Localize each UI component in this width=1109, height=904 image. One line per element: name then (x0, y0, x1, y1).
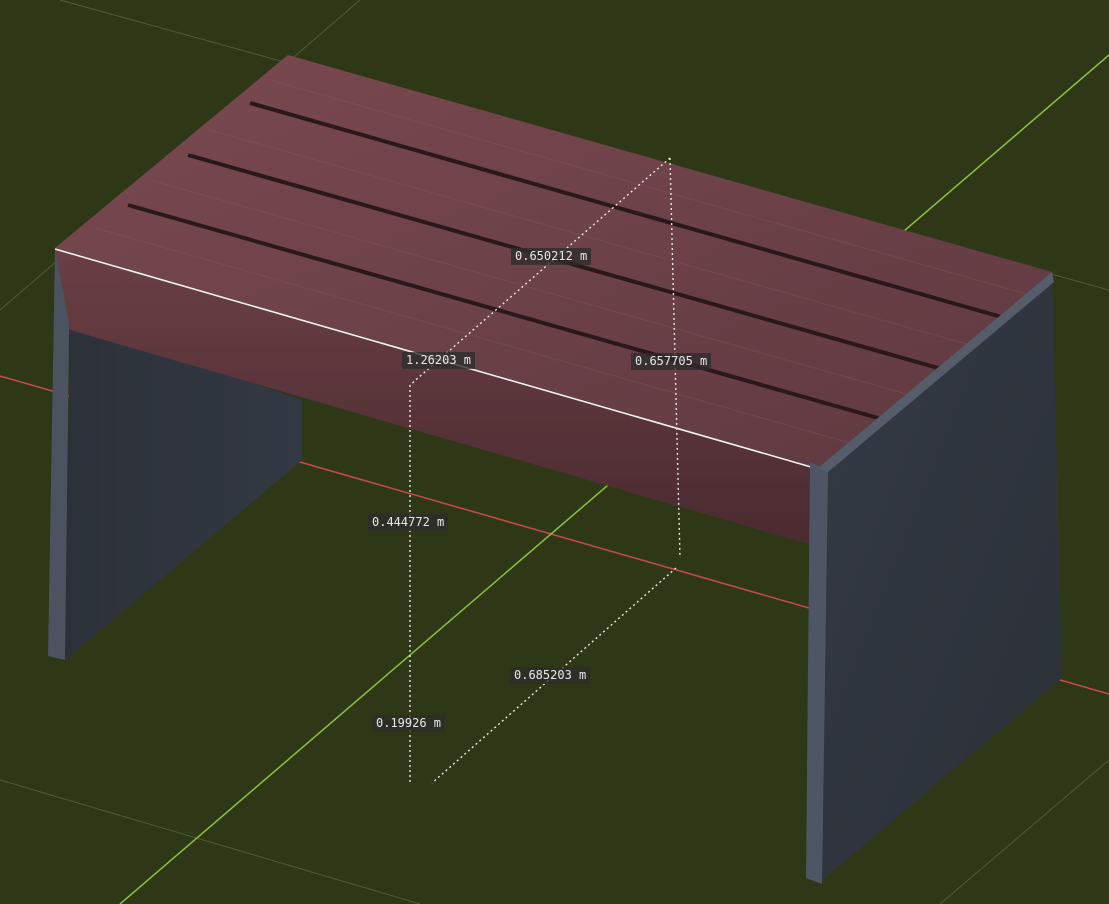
scene-canvas[interactable] (0, 0, 1109, 904)
measurement-label: 0.19926 m (372, 715, 446, 732)
measurement-label: 1.26203 m (402, 352, 476, 369)
measurement-label: 0.657705 m (631, 353, 712, 370)
grid-line (0, 779, 421, 904)
measurement-label: 0.685203 m (510, 667, 591, 684)
grid-line (939, 759, 1109, 904)
3d-viewport[interactable]: 0.650212 m 1.26203 m 0.657705 m 0.444772… (0, 0, 1109, 904)
measurement-label: 0.650212 m (511, 248, 592, 265)
measurement-label: 0.444772 m (368, 514, 449, 531)
